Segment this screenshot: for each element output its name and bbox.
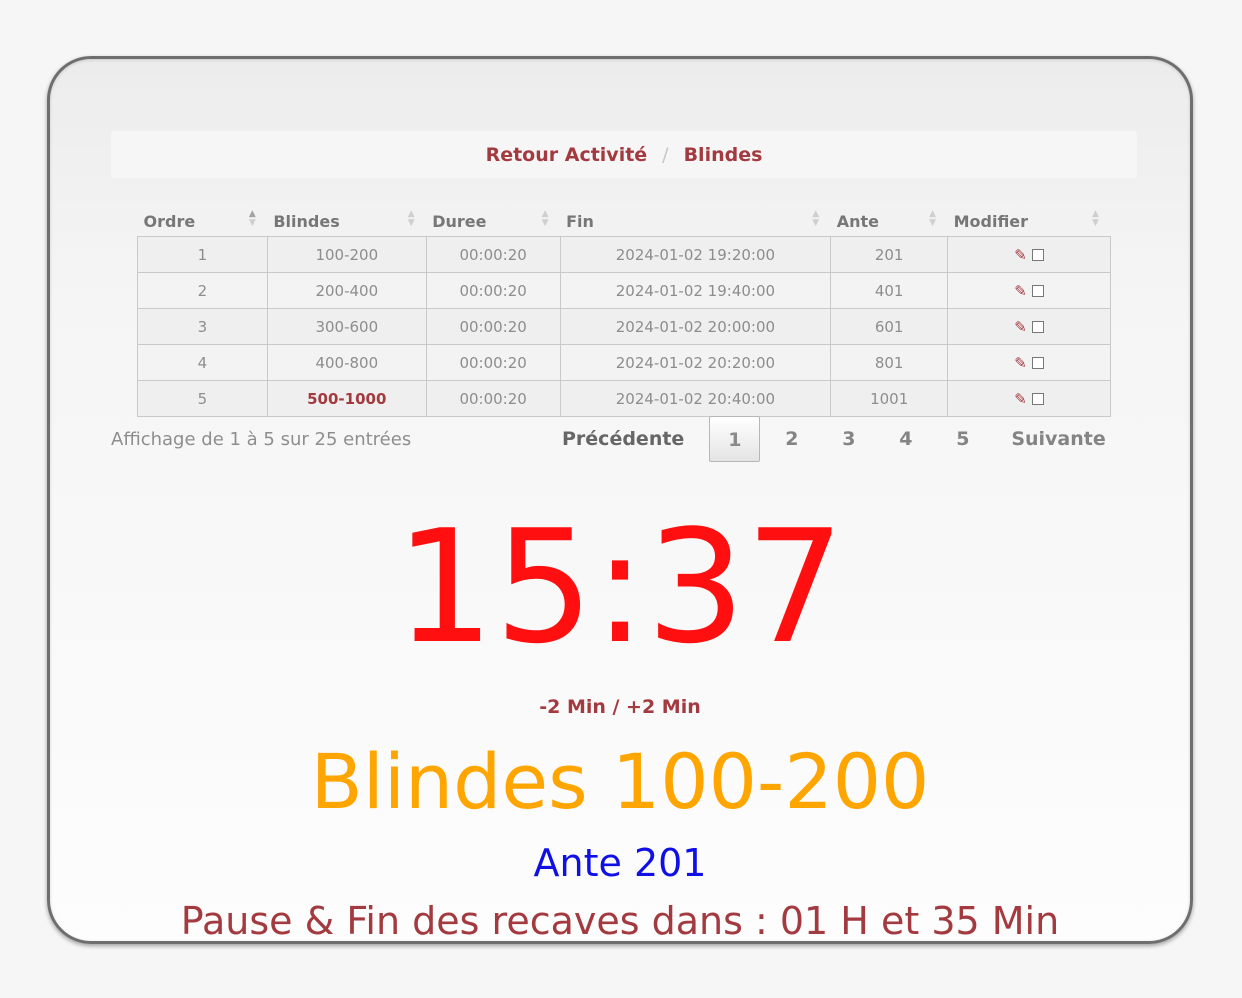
column-header-label: Blindes bbox=[273, 211, 340, 231]
pencil-icon[interactable]: ✎ bbox=[1014, 282, 1027, 300]
cell-fin: 2024-01-02 20:00:00 bbox=[559, 308, 832, 345]
cell-duree: 00:00:20 bbox=[425, 380, 561, 417]
pencil-icon[interactable]: ✎ bbox=[1014, 318, 1027, 336]
checkbox-icon[interactable] bbox=[1031, 320, 1044, 333]
table-row: 4 400-800 00:00:20 2024-01-02 20:20:00 801 ✎ bbox=[137, 344, 1111, 381]
next-page-button[interactable]: Suivante bbox=[1011, 428, 1105, 450]
page-button-2[interactable]: 2 bbox=[763, 428, 820, 450]
breadcrumb-separator: / bbox=[662, 143, 669, 166]
cell-blindes: 100-200 bbox=[266, 236, 427, 273]
breadcrumb-current[interactable]: Blindes bbox=[684, 144, 763, 166]
column-header-fin[interactable]: Fin ▲ ▼ bbox=[560, 206, 831, 237]
cell-blindes: 200-400 bbox=[266, 272, 427, 309]
cell-fin: 2024-01-02 20:40:00 bbox=[559, 380, 832, 417]
sort-arrows-icon: ▲ ▼ bbox=[541, 209, 549, 228]
cell-modifier: ✎ bbox=[947, 344, 1111, 381]
cell-modifier: ✎ bbox=[947, 236, 1111, 273]
checkbox-icon[interactable] bbox=[1031, 356, 1044, 369]
column-header-modifier[interactable]: Modifier ▲ ▼ bbox=[948, 206, 1111, 237]
current-ante: Ante 201 bbox=[533, 841, 707, 885]
cell-ordre: 1 bbox=[137, 236, 268, 273]
cell-ordre: 3 bbox=[137, 308, 268, 345]
cell-ante: 801 bbox=[830, 344, 949, 381]
table-row: 3 300-600 00:00:20 2024-01-02 20:00:00 601 ✎ bbox=[137, 308, 1111, 345]
cell-duree: 00:00:20 bbox=[425, 272, 561, 309]
page-button-4[interactable]: 4 bbox=[877, 428, 934, 450]
cell-ante: 601 bbox=[830, 308, 949, 345]
blinds-table: Ordre ▲ ▼ Blindes ▲ ▼ Duree ▲ ▼ Fin ▲ ▼ Ante ▲ ▼ Modifi… bbox=[137, 206, 1111, 417]
cell-fin: 2024-01-02 19:20:00 bbox=[559, 236, 832, 273]
sort-arrows-icon: ▲ ▼ bbox=[929, 209, 937, 228]
pencil-icon[interactable]: ✎ bbox=[1014, 390, 1027, 408]
device-frame: Retour Activité / Blindes Ordre ▲ ▼ Blindes… bbox=[47, 56, 1193, 944]
table-row: 2 200-400 00:00:20 2024-01-02 19:40:00 401 ✎ bbox=[137, 272, 1111, 309]
cell-duree: 00:00:20 bbox=[425, 344, 561, 381]
sort-arrows-icon: ▲ ▼ bbox=[407, 209, 415, 228]
pause-countdown: Pause & Fin des recaves dans : 01 H et 3… bbox=[180, 899, 1060, 943]
cell-fin: 2024-01-02 19:40:00 bbox=[559, 272, 832, 309]
cell-blindes: 300-600 bbox=[266, 308, 427, 345]
pagination: Précédente 12345 Suivante bbox=[562, 416, 1106, 462]
pencil-icon[interactable]: ✎ bbox=[1014, 246, 1027, 264]
checkbox-icon[interactable] bbox=[1031, 392, 1044, 405]
cell-modifier: ✎ bbox=[947, 272, 1111, 309]
column-header-label: Modifier bbox=[953, 211, 1029, 231]
breadcrumb-back-link[interactable]: Retour Activité bbox=[486, 144, 648, 166]
cell-ordre: 5 bbox=[137, 380, 268, 417]
sort-arrows-icon: ▲ ▼ bbox=[812, 209, 820, 228]
checkbox-icon[interactable] bbox=[1031, 248, 1044, 261]
table-header-row: Ordre ▲ ▼ Blindes ▲ ▼ Duree ▲ ▼ Fin ▲ ▼ Ante ▲ ▼ Modifi… bbox=[138, 206, 1111, 237]
table-row: 1 100-200 00:00:20 2024-01-02 19:20:00 201 ✎ bbox=[137, 236, 1111, 273]
column-header-ordre[interactable]: Ordre ▲ ▼ bbox=[138, 206, 268, 237]
time-adjust-link[interactable]: -2 Min / +2 Min bbox=[50, 696, 1190, 718]
column-header-label: Ante bbox=[836, 211, 879, 231]
page-button-5[interactable]: 5 bbox=[934, 428, 991, 450]
page-button-3[interactable]: 3 bbox=[820, 428, 877, 450]
cell-modifier: ✎ bbox=[947, 308, 1111, 345]
sort-arrows-icon: ▲ ▼ bbox=[248, 209, 256, 228]
cell-modifier: ✎ bbox=[947, 380, 1111, 417]
column-header-label: Ordre bbox=[143, 211, 196, 231]
cell-ordre: 4 bbox=[137, 344, 268, 381]
sort-arrows-icon: ▲ ▼ bbox=[1092, 209, 1099, 228]
table-row: 5 500-1000 00:00:20 2024-01-02 20:40:00 1001… bbox=[137, 380, 1111, 417]
column-header-blindes[interactable]: Blindes ▲ ▼ bbox=[267, 206, 426, 237]
table-info: Affichage de 1 à 5 sur 25 entrées bbox=[111, 429, 412, 450]
breadcrumb: Retour Activité / Blindes bbox=[111, 131, 1137, 178]
checkbox-icon[interactable] bbox=[1031, 284, 1044, 297]
column-header-ante[interactable]: Ante ▲ ▼ bbox=[831, 206, 948, 237]
cell-blindes: 400-800 bbox=[266, 344, 427, 381]
current-blinds: Blindes 100-200 bbox=[310, 737, 930, 826]
column-header-duree[interactable]: Duree ▲ ▼ bbox=[426, 206, 560, 237]
column-header-label: Fin bbox=[566, 211, 594, 231]
countdown-timer: 15:37 bbox=[395, 496, 845, 678]
cell-duree: 00:00:20 bbox=[425, 236, 561, 273]
page-buttons: 12345 bbox=[709, 416, 991, 462]
table-body: 1 100-200 00:00:20 2024-01-02 19:20:00 201 ✎ 2… bbox=[137, 236, 1111, 417]
cell-duree: 00:00:20 bbox=[425, 308, 561, 345]
previous-page-button[interactable]: Précédente bbox=[562, 428, 684, 450]
cell-ante: 201 bbox=[830, 236, 949, 273]
cell-ordre: 2 bbox=[137, 272, 268, 309]
cell-fin: 2024-01-02 20:20:00 bbox=[559, 344, 832, 381]
pencil-icon[interactable]: ✎ bbox=[1014, 354, 1027, 372]
cell-ante: 1001 bbox=[830, 380, 949, 417]
cell-blindes: 500-1000 bbox=[266, 380, 427, 417]
cell-ante: 401 bbox=[830, 272, 949, 309]
page-button-1[interactable]: 1 bbox=[709, 416, 761, 462]
column-header-label: Duree bbox=[432, 211, 487, 231]
